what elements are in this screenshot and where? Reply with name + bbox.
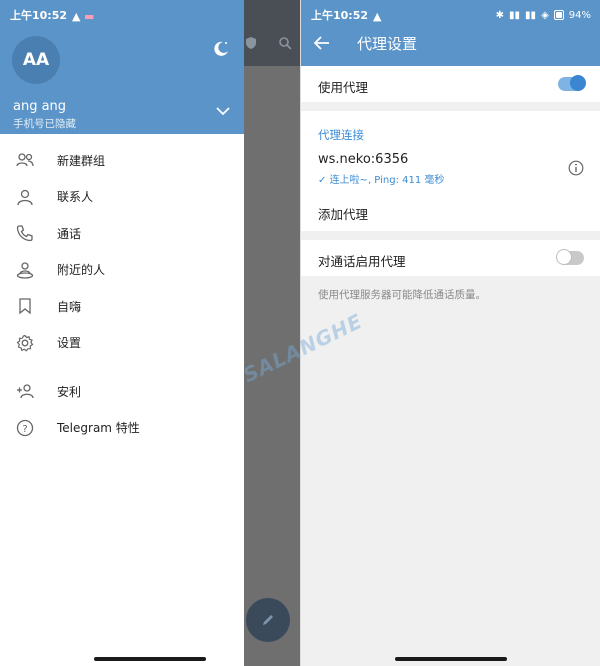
left-screen: 上午10:52 ▲ ▬ AA ang ang 手机号已隐藏 新建群组 联系人 通… — [0, 0, 300, 666]
check-icon: ✓ — [318, 175, 330, 186]
page-title: 代理设置 — [357, 35, 418, 53]
proxy-status: ✓ 连上啦~, Ping: 411 毫秒 — [318, 171, 444, 186]
chat-list-header — [244, 0, 300, 66]
new-group-icon — [16, 151, 34, 169]
toggle-knob — [570, 75, 586, 91]
gear-icon — [16, 334, 34, 352]
contacts-icon — [16, 188, 34, 206]
signal-icon: ▮▮ — [525, 9, 537, 21]
status-bar: 上午10:52 ▲ ▬ — [0, 0, 244, 30]
proxy-status-text: 连上啦~, Ping: 411 毫秒 — [329, 175, 445, 186]
gesture-bar[interactable] — [395, 657, 507, 661]
proxy-host: ws.neko:6356 — [318, 152, 409, 167]
menu-item-saved[interactable]: 自嗨 — [0, 288, 244, 325]
use-proxy-label: 使用代理 — [318, 80, 369, 95]
svg-text:?: ? — [22, 424, 27, 435]
menu-item-label: 安利 — [57, 384, 82, 399]
night-mode-icon[interactable] — [212, 40, 230, 58]
user-name: ang ang — [13, 99, 67, 114]
chevron-down-icon[interactable] — [216, 106, 230, 116]
wifi-icon: ◈ — [541, 9, 549, 21]
shield-icon — [246, 37, 256, 49]
menu-item-new-group[interactable]: 新建群组 — [0, 142, 244, 179]
menu-item-label: Telegram 特性 — [57, 421, 140, 436]
bluetooth-icon: ✱ — [495, 9, 505, 21]
status-time: 上午10:52 — [10, 9, 68, 22]
phone-icon — [16, 224, 34, 242]
status-icons: ✱ ▮▮ ▮▮ ◈ 94% — [496, 10, 591, 21]
menu-item-telegram-features[interactable]: ? Telegram 特性 — [0, 410, 244, 447]
people-nearby-icon — [16, 261, 34, 279]
menu-item-label: 新建群组 — [57, 153, 106, 168]
menu-item-label: 附近的人 — [57, 263, 106, 278]
proxy-connections-card: 代理连接 ws.neko:6356 ✓ 连上啦~, Ping: 411 毫秒 添… — [301, 111, 600, 231]
avatar[interactable]: AA — [12, 36, 60, 84]
app-bar: 上午10:52 ▲ ✱ ▮▮ ▮▮ ◈ 94% 代理设置 — [301, 0, 600, 66]
menu-item-label: 自嗨 — [57, 299, 82, 314]
status-time: 上午10:52 — [311, 9, 369, 22]
menu-item-settings[interactable]: 设置 — [0, 325, 244, 362]
back-arrow-icon[interactable] — [313, 34, 331, 52]
menu-item-label: 联系人 — [57, 190, 94, 205]
battery-level: 94% — [568, 9, 591, 21]
status-bar: 上午10:52 ▲ ✱ ▮▮ ▮▮ ◈ 94% — [301, 0, 600, 30]
drawer-menu: 新建群组 联系人 通话 附近的人 自嗨 设置 安利 ? Telegram 特性 — [0, 142, 244, 446]
drawer-header: 上午10:52 ▲ ▬ AA ang ang 手机号已隐藏 — [0, 0, 244, 134]
chat-list-background — [244, 0, 300, 666]
help-icon: ? — [16, 419, 34, 437]
signal-icon: ▮▮ — [509, 9, 521, 21]
add-proxy-button[interactable]: 添加代理 — [318, 204, 368, 223]
invite-friends-icon — [16, 382, 34, 400]
menu-item-invite[interactable]: 安利 — [0, 373, 244, 410]
menu-item-calls[interactable]: 通话 — [0, 215, 244, 252]
notification-icon: ▬ — [84, 10, 95, 23]
search-icon[interactable] — [278, 36, 292, 50]
menu-divider — [0, 361, 244, 373]
navigation-drawer: 上午10:52 ▲ ▬ AA ang ang 手机号已隐藏 新建群组 联系人 通… — [0, 0, 244, 666]
compose-fab[interactable] — [246, 598, 290, 642]
menu-item-contacts[interactable]: 联系人 — [0, 179, 244, 216]
pencil-icon — [263, 615, 273, 625]
menu-item-label: 设置 — [57, 336, 82, 351]
toggle-knob — [556, 249, 572, 265]
alert-icon: ▲ — [72, 10, 81, 23]
bookmark-icon — [16, 297, 34, 315]
calls-proxy-label: 对通话启用代理 — [318, 254, 406, 269]
use-proxy-row[interactable]: 使用代理 — [301, 66, 600, 102]
calls-proxy-row[interactable]: 对通话启用代理 — [301, 240, 600, 276]
gesture-bar[interactable] — [94, 657, 206, 661]
menu-item-label: 通话 — [57, 226, 82, 241]
user-phone: 手机号已隐藏 — [13, 118, 76, 130]
menu-item-people-nearby[interactable]: 附近的人 — [0, 252, 244, 289]
section-title: 代理连接 — [318, 128, 364, 142]
alert-icon: ▲ — [373, 10, 382, 23]
calls-proxy-note: 使用代理服务器可能降低通话质量。 — [318, 289, 486, 301]
use-proxy-toggle[interactable] — [558, 75, 586, 91]
info-icon[interactable] — [568, 160, 584, 176]
battery-icon — [553, 10, 564, 20]
calls-proxy-toggle[interactable] — [556, 249, 584, 265]
